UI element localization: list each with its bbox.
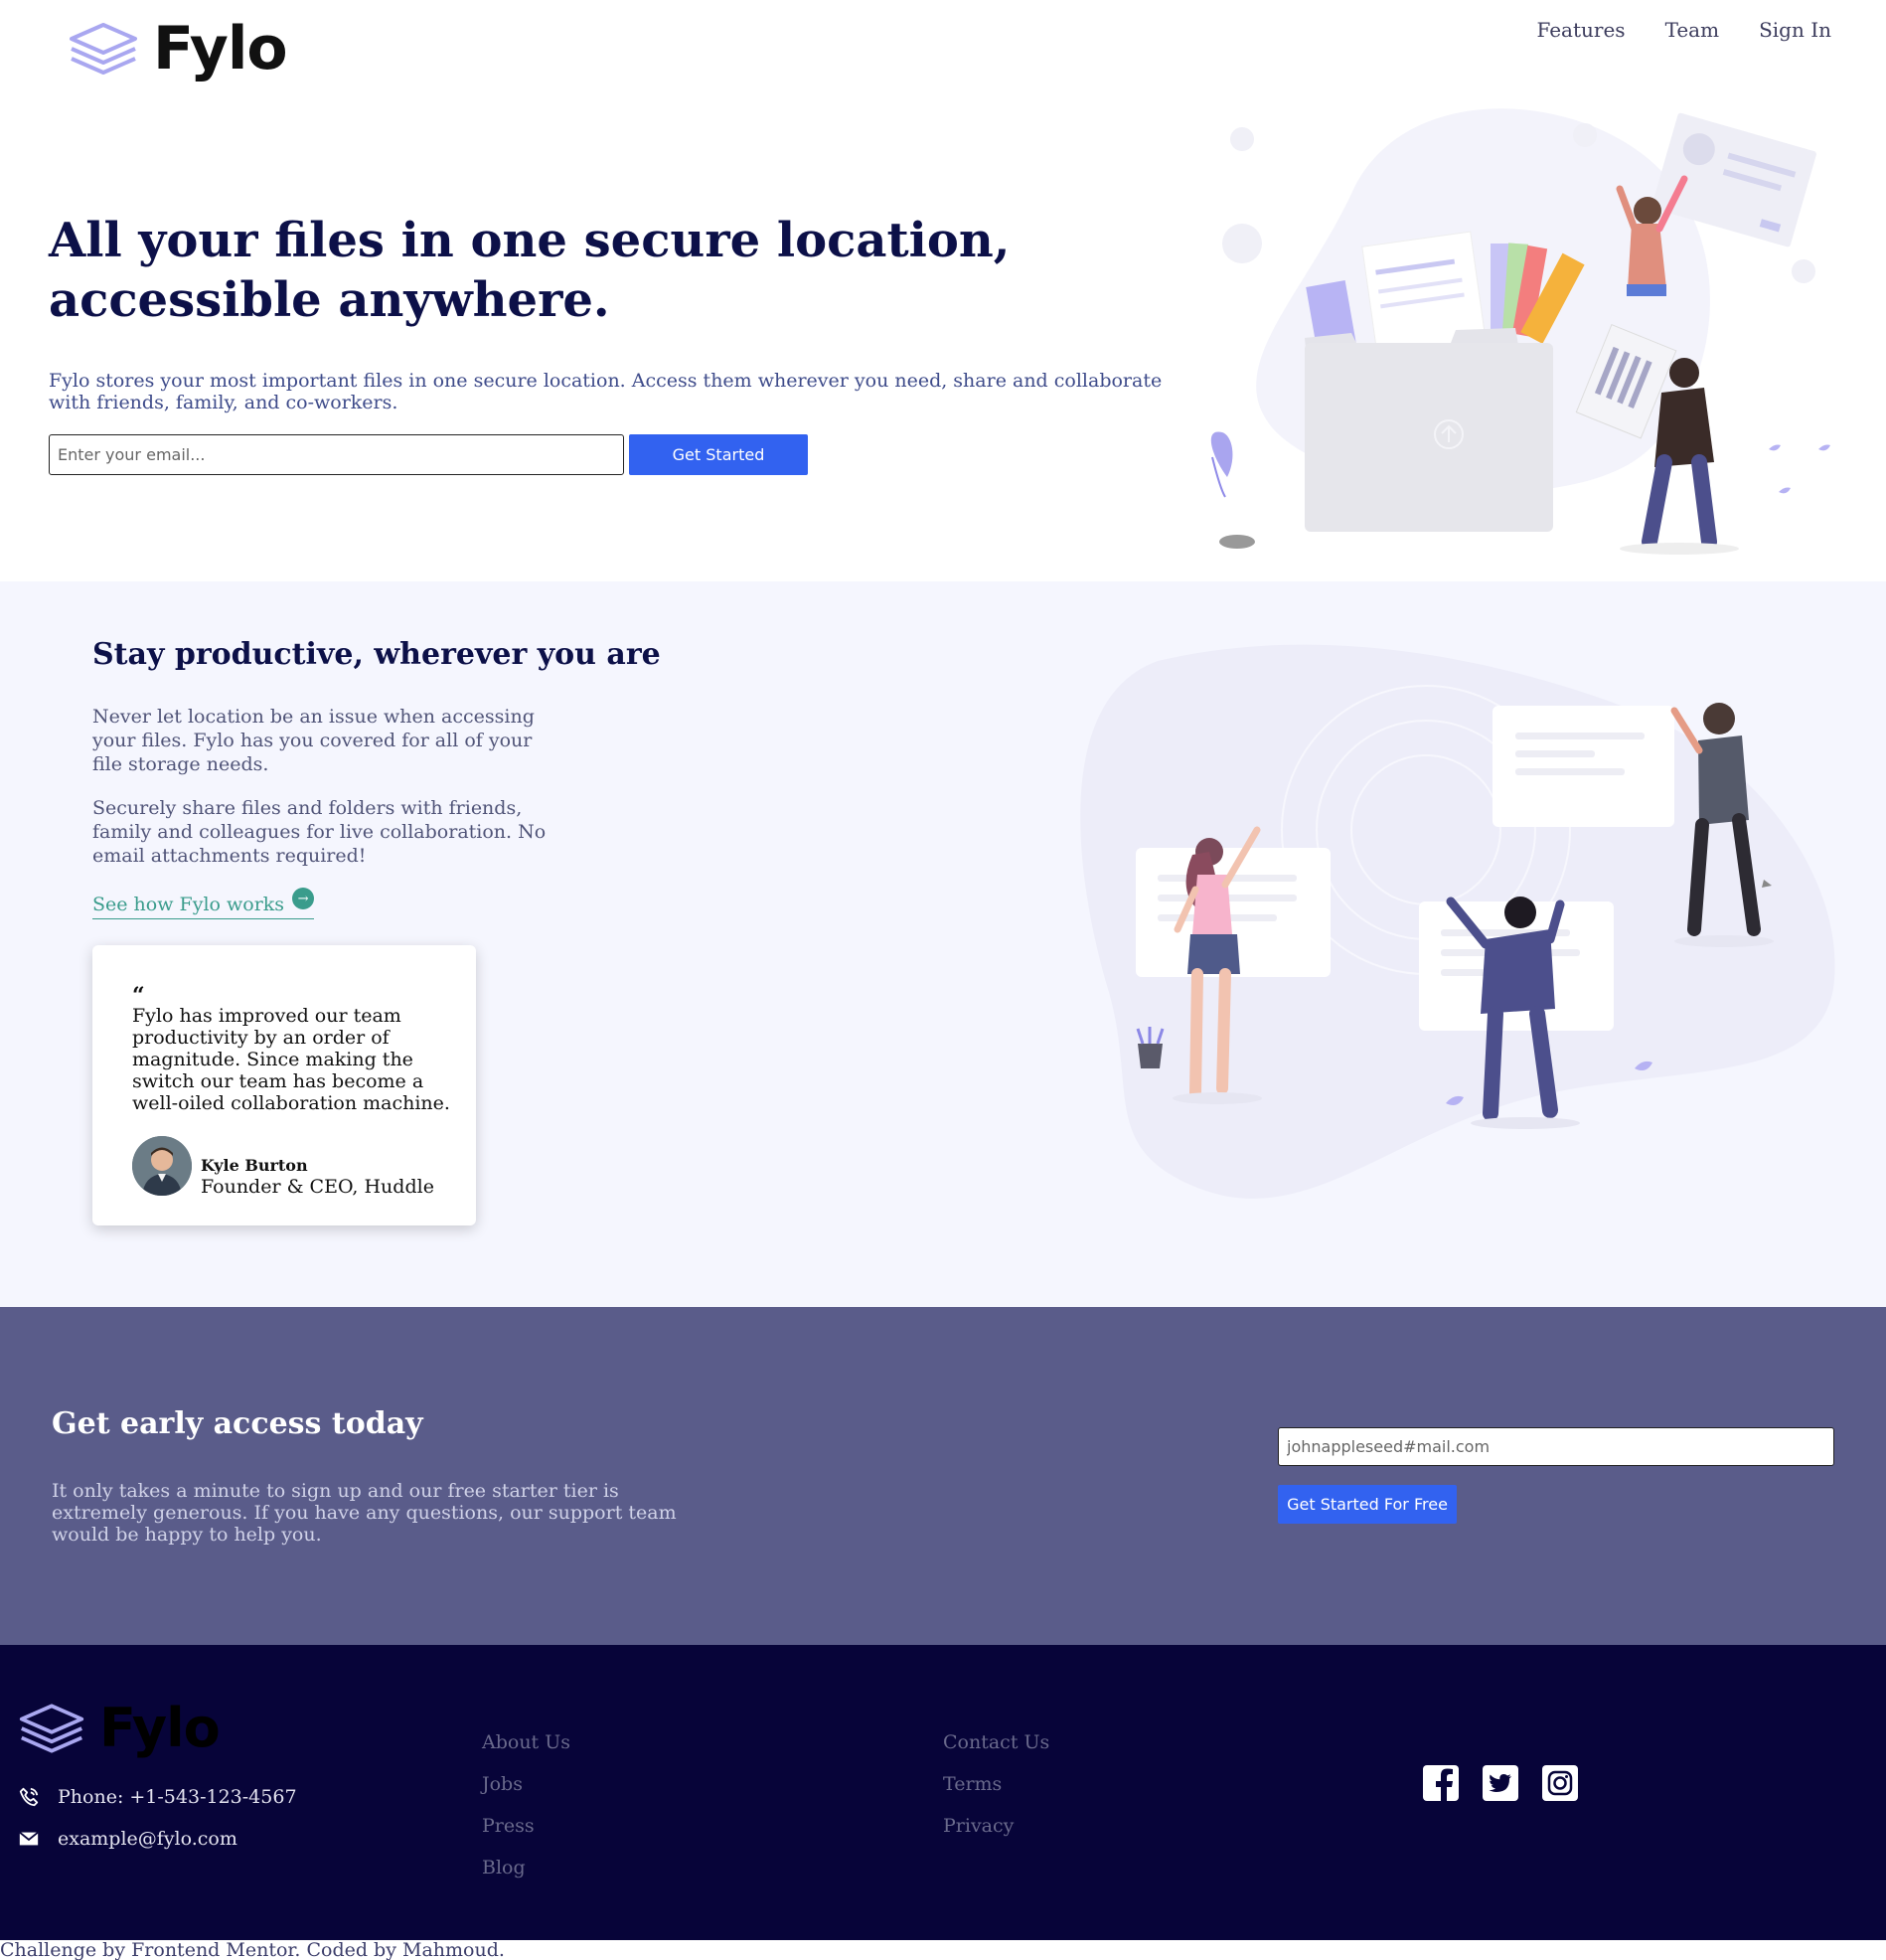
testimonial-card: “ Fylo has improved our team productivit…	[92, 945, 476, 1225]
hero-description: Fylo stores your most important files in…	[49, 370, 1163, 413]
footer-brand-name: Fylo	[99, 1697, 221, 1759]
footer-link-blog[interactable]: Blog	[482, 1856, 570, 1880]
facebook-icon[interactable]	[1423, 1765, 1459, 1801]
early-access-email-input[interactable]	[1278, 1427, 1834, 1466]
footer-link-press[interactable]: Press	[482, 1814, 570, 1839]
mail-icon	[19, 1831, 39, 1846]
hero-signup-form: Get Started	[49, 434, 808, 475]
testimonial-author-role: Founder & CEO, Huddle	[201, 1176, 434, 1198]
early-access-section: Get early access today It only takes a m…	[0, 1307, 1886, 1645]
footer-link-about-us[interactable]: About Us	[482, 1730, 570, 1755]
nav-features[interactable]: Features	[1536, 18, 1625, 42]
arrow-right-icon: →	[292, 888, 315, 909]
productive-title: Stay productive, wherever you are	[92, 637, 661, 672]
productive-paragraph-2: Securely share files and folders with fr…	[92, 797, 547, 867]
attribution: Challenge by Frontend Mentor. Coded by M…	[0, 1939, 505, 1960]
contact-phone: Phone: +1-543-123-4567	[18, 1786, 297, 1808]
footer-link-contact-us[interactable]: Contact Us	[943, 1730, 1049, 1755]
social-links	[1423, 1765, 1578, 1801]
productive-paragraph-1: Never let location be an issue when acce…	[92, 706, 535, 775]
site-footer: Fylo Phone: +1-543-123-4567 example@fylo…	[0, 1645, 1886, 1940]
nav-sign-in[interactable]: Sign In	[1759, 18, 1831, 42]
stay-productive-section: Stay productive, wherever you are Never …	[0, 581, 1886, 1307]
early-access-title: Get early access today	[52, 1406, 423, 1441]
early-access-description: It only takes a minute to sign up and ou…	[52, 1480, 677, 1546]
footer-link-terms[interactable]: Terms	[943, 1772, 1049, 1797]
stay-productive-illustration	[1080, 644, 1835, 1199]
phone-text: Phone: +1-543-123-4567	[58, 1786, 297, 1808]
get-started-free-button[interactable]: Get Started For Free	[1278, 1485, 1457, 1524]
fylo-stack-logo-icon	[70, 23, 137, 75]
brand-logo[interactable]: Fylo	[68, 14, 288, 83]
see-how-link-label: See how Fylo works	[92, 894, 285, 915]
fylo-stack-logo-icon	[19, 1703, 84, 1753]
phone-icon	[19, 1787, 39, 1807]
footer-links-column-2: Contact Us Terms Privacy	[943, 1730, 1049, 1839]
intro-illustration	[1210, 108, 1830, 555]
nav-team[interactable]: Team	[1665, 18, 1720, 42]
get-started-button[interactable]: Get Started	[629, 434, 808, 475]
brand-name: Fylo	[153, 14, 288, 83]
testimonial-text: Fylo has improved our team productivity …	[132, 1005, 450, 1114]
footer-links-column-1: About Us Jobs Press Blog	[482, 1730, 570, 1880]
footer-link-privacy[interactable]: Privacy	[943, 1814, 1049, 1839]
hero-email-input[interactable]	[49, 434, 624, 475]
email-text[interactable]: example@fylo.com	[58, 1828, 237, 1850]
main-nav: Features Team Sign In	[1536, 18, 1831, 42]
contact-email: example@fylo.com	[18, 1828, 237, 1850]
hero-title: All your files in one secure location, a…	[49, 213, 1011, 328]
hero-section: All your files in one secure location, a…	[0, 99, 1886, 581]
instagram-icon[interactable]	[1542, 1765, 1578, 1801]
footer-link-jobs[interactable]: Jobs	[482, 1772, 570, 1797]
avatar	[132, 1136, 192, 1196]
footer-logo[interactable]: Fylo	[18, 1697, 221, 1759]
site-header: Fylo Features Team Sign In	[0, 0, 1886, 99]
see-how-fylo-works-link[interactable]: See how Fylo works →	[92, 888, 315, 919]
twitter-icon[interactable]	[1483, 1765, 1518, 1801]
testimonial-author-name: Kyle Burton	[201, 1156, 308, 1175]
